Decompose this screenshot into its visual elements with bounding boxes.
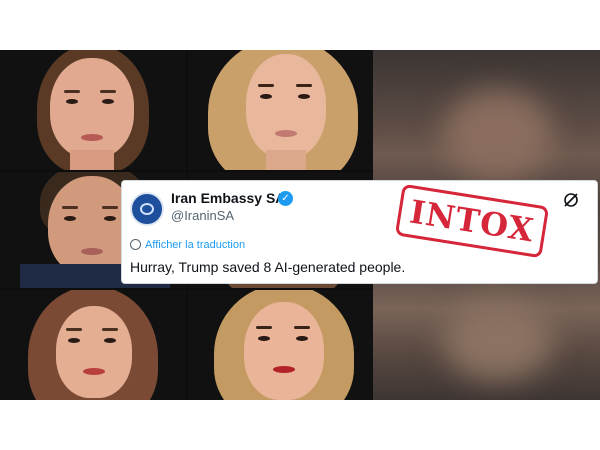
account-handle[interactable]: @IraninSA xyxy=(171,208,234,223)
account-avatar[interactable] xyxy=(130,192,164,226)
translate-label: Afficher la traduction xyxy=(145,239,246,251)
portrait-woman-5 xyxy=(0,290,186,400)
translate-icon xyxy=(130,239,141,250)
portrait-woman-1 xyxy=(0,50,186,170)
x-logo-icon[interactable] xyxy=(561,191,581,211)
x-logo-glyph xyxy=(564,193,578,207)
verified-badge-icon: ✓ xyxy=(278,191,293,206)
portrait-woman-2 xyxy=(188,50,373,170)
portrait-woman-6 xyxy=(188,290,373,400)
translate-link[interactable]: Afficher la traduction xyxy=(130,239,245,251)
account-name[interactable]: Iran Embassy SA xyxy=(171,190,285,206)
tweet-text: Hurray, Trump saved 8 AI-generated peopl… xyxy=(130,259,406,275)
